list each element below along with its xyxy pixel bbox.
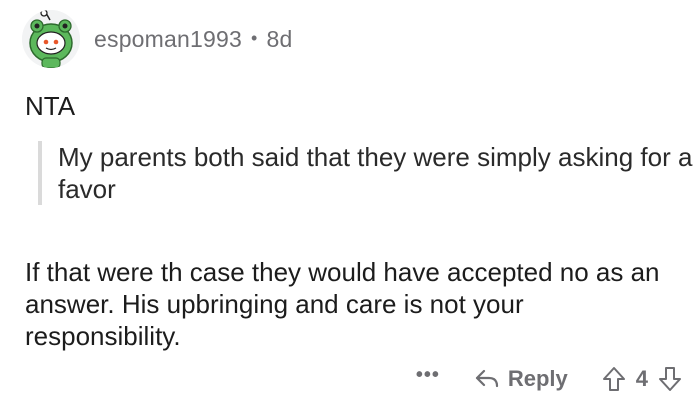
upvote-arrow-icon[interactable] [602, 366, 626, 392]
more-options-button[interactable]: ••• [416, 364, 440, 387]
reply-arrow-icon [475, 369, 498, 388]
reply-label: Reply [507, 366, 568, 391]
vote-score: 4 [635, 366, 648, 391]
comment-age: 8d [266, 25, 293, 52]
avatar[interactable] [22, 10, 80, 68]
comment-meta: espoman1993 • 8d [94, 26, 292, 53]
comment-actions: ••• Reply 4 [416, 360, 682, 398]
downvote-arrow-icon[interactable] [658, 366, 682, 392]
vote-controls: 4 [602, 366, 682, 392]
username[interactable]: espoman1993 [94, 26, 242, 53]
comment-header: espoman1993 • 8d [22, 6, 292, 72]
reply-button[interactable]: Reply [474, 366, 568, 392]
block-quote: My parents both said that they were simp… [38, 141, 698, 205]
comment-body: If that were th case they would have acc… [25, 257, 660, 351]
meta-separator: • [250, 27, 258, 48]
snoo-frog-avatar-icon [22, 10, 80, 68]
comment-verdict: NTA [25, 91, 76, 121]
